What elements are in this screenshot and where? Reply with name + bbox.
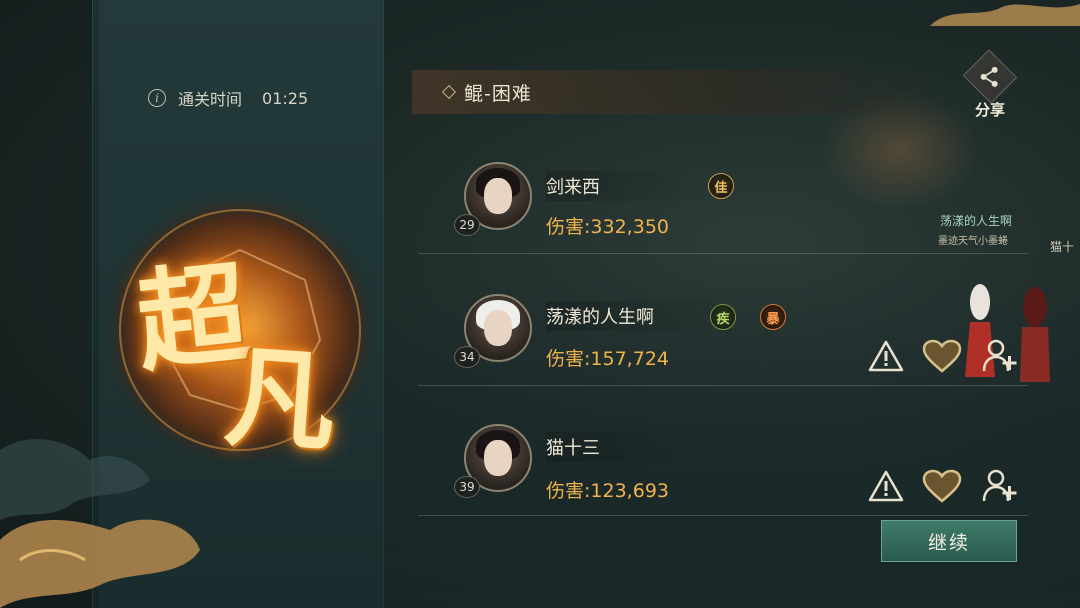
cloud-ornament	[930, 4, 1080, 26]
clear-time-label: 通关时间	[178, 90, 243, 109]
level-badge: 34	[454, 346, 480, 368]
damage-value: 332,350	[590, 216, 669, 238]
report-icon	[868, 470, 904, 502]
damage-text: 伤害:123,693	[546, 480, 669, 502]
player-row: 29 剑来西 佳 伤害:332,350	[418, 142, 1028, 254]
like-icon	[922, 469, 962, 503]
share-icon	[962, 49, 1018, 104]
row-divider	[418, 385, 1028, 386]
player-name: 剑来西	[546, 171, 690, 201]
damage-label: 伤害	[546, 216, 585, 238]
diamond-icon	[441, 84, 457, 100]
add-friend-icon	[982, 339, 1017, 372]
player-row: 39 猫十三 伤害:123,693	[418, 404, 1028, 516]
rank-title: 超 凡	[130, 228, 370, 468]
level-badge: 29	[454, 214, 480, 236]
like-button[interactable]	[922, 336, 962, 376]
tag-badge: 暴	[760, 304, 786, 330]
player-row: 34 荡漾的人生啊 疾 暴 伤害:157,724	[418, 274, 1028, 386]
stage-header: 鲲-困难	[412, 70, 952, 114]
row-divider	[418, 515, 1028, 516]
continue-button[interactable]: 继续	[881, 520, 1017, 562]
damage-value: 157,724	[590, 348, 669, 370]
like-button[interactable]	[922, 466, 962, 506]
damage-label: 伤害	[546, 480, 585, 502]
tag-badge: 佳	[708, 173, 734, 199]
level-badge: 39	[454, 476, 480, 498]
tag-badge: 疾	[710, 304, 736, 330]
report-button[interactable]	[866, 336, 906, 376]
add-friend-button[interactable]	[980, 336, 1020, 376]
rank-char-2: 凡	[220, 331, 340, 468]
add-friend-button[interactable]	[980, 466, 1020, 506]
row-divider	[418, 253, 1028, 254]
report-icon	[868, 340, 904, 372]
stage-name: 鲲-困难	[464, 82, 532, 105]
info-icon[interactable]: i	[148, 89, 166, 107]
clear-time-value: 01:25	[262, 88, 309, 108]
like-icon	[922, 339, 962, 373]
player-name: 猫十三	[546, 432, 690, 462]
share-button[interactable]: 分享	[962, 49, 1018, 120]
npc-name-partial: 猫十	[1050, 240, 1075, 254]
damage-text: 伤害:332,350	[546, 216, 669, 238]
damage-text: 伤害:157,724	[546, 348, 669, 370]
damage-value: 123,693	[590, 480, 669, 502]
add-friend-icon	[982, 469, 1017, 502]
report-button[interactable]	[866, 466, 906, 506]
clear-time: i 通关时间 01:25	[148, 86, 308, 110]
damage-label: 伤害	[546, 348, 585, 370]
